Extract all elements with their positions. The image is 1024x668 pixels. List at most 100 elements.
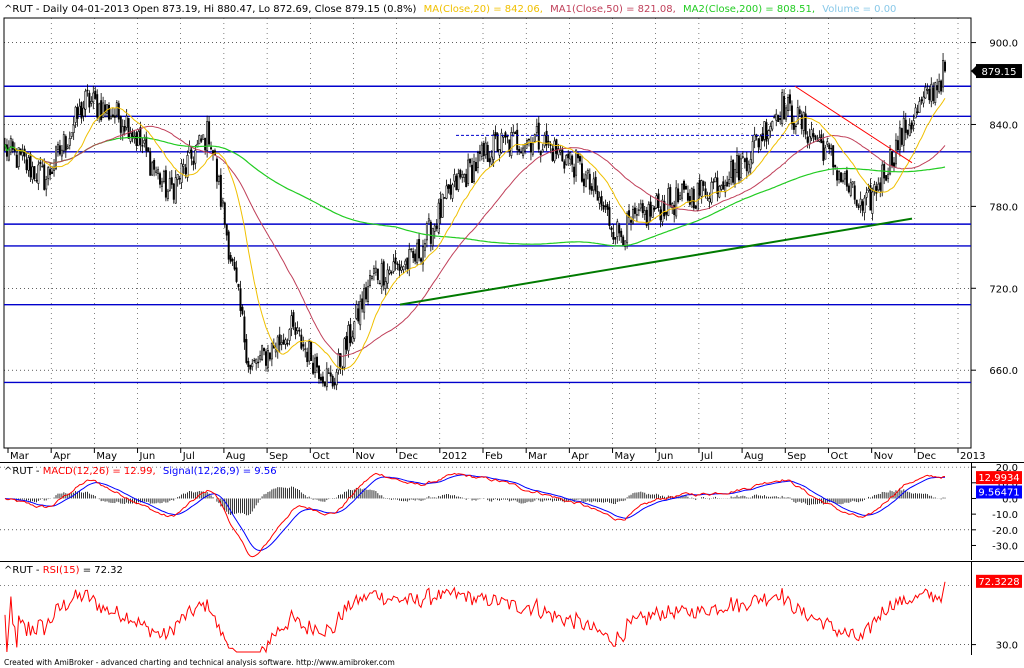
- candle-body: [785, 107, 788, 120]
- candle-body: [137, 131, 140, 147]
- candle-body: [455, 175, 458, 191]
- candle-body: [217, 176, 220, 182]
- candle-body: [76, 107, 79, 119]
- candle-body: [539, 151, 542, 156]
- macd-header-signal: Signal(12,26,9) = 9.56: [163, 466, 277, 477]
- candle-body: [427, 218, 430, 222]
- candle-body: [384, 281, 387, 289]
- candle-body: [912, 120, 915, 126]
- candle-body: [15, 154, 18, 168]
- candle-body: [443, 197, 446, 199]
- candle-body: [559, 150, 562, 153]
- candle-body: [881, 164, 884, 193]
- candle-body: [278, 334, 281, 346]
- candle-body: [922, 96, 925, 104]
- candle-body: [174, 177, 177, 204]
- price-x-tick-label: Jul: [700, 451, 713, 462]
- candle-body: [400, 266, 403, 271]
- candle-body: [736, 155, 738, 173]
- candle-body: [160, 181, 163, 187]
- candle-body: [237, 283, 240, 288]
- candle-body: [926, 89, 929, 91]
- candle-body: [102, 102, 105, 118]
- candle-body: [408, 249, 411, 270]
- candle-body: [266, 350, 269, 368]
- last-close-label: 879.15: [982, 67, 1017, 78]
- candle-body: [467, 159, 470, 184]
- candle-body: [127, 118, 130, 139]
- candle-body: [773, 116, 776, 119]
- candle-body: [480, 144, 483, 157]
- price-header-volume: Volume = 0.00: [822, 4, 896, 15]
- candle-body: [535, 125, 538, 133]
- candle-body: [759, 135, 762, 150]
- candle-body: [372, 268, 375, 274]
- candle-body: [139, 127, 142, 145]
- candle-body: [482, 142, 485, 157]
- candle-body: [500, 132, 503, 153]
- candle-body: [441, 193, 444, 218]
- candle-body: [109, 116, 112, 120]
- candle-body: [488, 158, 491, 163]
- candle-body: [814, 135, 817, 140]
- price-y-tick-label: 900.0: [989, 39, 1018, 50]
- candle-body: [777, 115, 780, 122]
- price-y-tick-label: 720.0: [989, 284, 1018, 295]
- candle-body: [900, 128, 903, 145]
- candle-body: [847, 185, 850, 193]
- candle-body: [836, 170, 839, 181]
- candle-body: [667, 188, 670, 216]
- candle-body: [641, 203, 644, 214]
- candle-body: [437, 202, 440, 233]
- candle-body: [600, 196, 603, 206]
- candle-body: [734, 169, 737, 185]
- candle-body: [268, 352, 271, 360]
- candle-body: [910, 122, 913, 130]
- candle-body: [936, 85, 939, 91]
- candle-body: [471, 164, 474, 183]
- candle-body: [162, 170, 165, 182]
- candle-body: [369, 275, 371, 286]
- candle-body: [518, 149, 521, 152]
- macd-y-tick-label: -30.0: [992, 541, 1018, 552]
- candle-body: [706, 197, 709, 200]
- candle-body: [429, 221, 432, 244]
- candle-body: [855, 199, 858, 206]
- candle-body: [478, 151, 481, 154]
- price-x-tick-label: Mar: [528, 451, 548, 462]
- candle-body: [164, 170, 167, 198]
- candle-body: [347, 325, 350, 352]
- candle-body: [763, 121, 766, 140]
- candle-body: [60, 149, 63, 157]
- candle-body: [170, 177, 173, 185]
- candle-body: [555, 139, 558, 154]
- candle-body: [190, 149, 193, 159]
- candle-body: [681, 183, 684, 199]
- candle-body: [321, 376, 324, 384]
- candle-body: [62, 134, 65, 152]
- candle-body: [694, 205, 697, 209]
- candle-body: [296, 327, 299, 332]
- candle-body: [84, 90, 87, 110]
- candle-body: [100, 100, 103, 121]
- candle-body: [229, 255, 232, 262]
- candle-body: [520, 151, 523, 154]
- candle-body: [567, 153, 570, 159]
- candle-body: [286, 342, 289, 345]
- candle-body: [433, 225, 436, 232]
- candle-body: [327, 372, 330, 374]
- price-x-tick-label: Feb: [485, 451, 503, 462]
- candle-body: [708, 198, 711, 203]
- price-x-tick-label: Aug: [744, 451, 764, 462]
- candle-body: [841, 179, 844, 182]
- candle-body: [11, 141, 14, 150]
- candle-body: [445, 185, 448, 199]
- candle-body: [149, 151, 152, 176]
- candle-body: [804, 113, 807, 135]
- price-y-tick-label: 780.0: [989, 202, 1018, 213]
- candle-body: [944, 61, 947, 72]
- candle-body: [29, 153, 32, 178]
- candle-body: [282, 339, 285, 345]
- price-x-tick-label: May: [96, 451, 117, 462]
- candle-body: [547, 140, 550, 143]
